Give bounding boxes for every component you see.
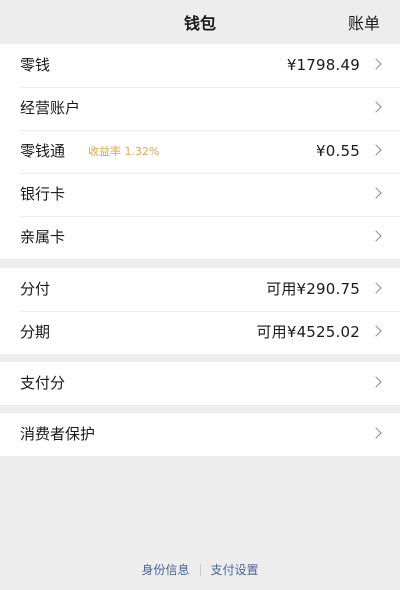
wallet-group-score: 支付分 (0, 362, 400, 405)
chevron-right-icon (370, 427, 382, 439)
chevron-right-icon (370, 187, 382, 199)
top-bar: 钱包 账单 (0, 0, 400, 44)
chevron-right-icon (370, 101, 382, 113)
row-family-card[interactable]: 亲属卡 (0, 216, 400, 259)
row-installment[interactable]: 分期 可用¥4525.02 (0, 311, 400, 354)
chevron-right-icon (370, 58, 382, 70)
row-label: 经营账户 (20, 99, 81, 117)
row-label: 零钱通 (20, 142, 66, 160)
row-label: 亲属卡 (20, 228, 66, 246)
page-title: 钱包 (183, 14, 216, 33)
row-label: 零钱 (20, 56, 51, 74)
footer-divider (199, 564, 201, 576)
chevron-right-icon (370, 325, 382, 337)
fenfu-available: 可用¥290.75 (266, 280, 360, 298)
chevron-right-icon (370, 282, 382, 294)
footer-links: 身份信息 支付设置 (0, 562, 400, 578)
row-business-account[interactable]: 经营账户 (0, 87, 400, 130)
bill-button[interactable]: 账单 (348, 14, 380, 34)
identity-info-link[interactable]: 身份信息 (141, 563, 189, 577)
payment-settings-link[interactable]: 支付设置 (211, 563, 259, 577)
row-consumer-protection[interactable]: 消费者保护 (0, 413, 400, 456)
chevron-right-icon (370, 144, 382, 156)
row-label: 支付分 (20, 374, 66, 392)
row-bank-card[interactable]: 银行卡 (0, 173, 400, 216)
wallet-group-main: 零钱 ¥1798.49 经营账户 零钱通 收益率 1.32% ¥0.55 银行卡… (0, 44, 400, 259)
change-balance: ¥1798.49 (286, 56, 360, 74)
row-change[interactable]: 零钱 ¥1798.49 (0, 44, 400, 87)
row-label: 分期 (20, 323, 51, 341)
wallet-group-protection: 消费者保护 (0, 413, 400, 456)
lingqiantong-balance: ¥0.55 (316, 142, 360, 160)
row-pay-score[interactable]: 支付分 (0, 362, 400, 405)
row-label: 银行卡 (20, 185, 66, 203)
row-fenfu[interactable]: 分付 可用¥290.75 (0, 268, 400, 311)
chevron-right-icon (370, 230, 382, 242)
row-label: 分付 (20, 280, 51, 298)
wallet-group-credit: 分付 可用¥290.75 分期 可用¥4525.02 (0, 268, 400, 354)
yield-rate-badge: 收益率 1.32% (88, 145, 160, 158)
row-lingqiantong[interactable]: 零钱通 收益率 1.32% ¥0.55 (0, 130, 400, 173)
installment-available: 可用¥4525.02 (256, 323, 360, 341)
row-label: 消费者保护 (20, 425, 96, 443)
chevron-right-icon (370, 376, 382, 388)
